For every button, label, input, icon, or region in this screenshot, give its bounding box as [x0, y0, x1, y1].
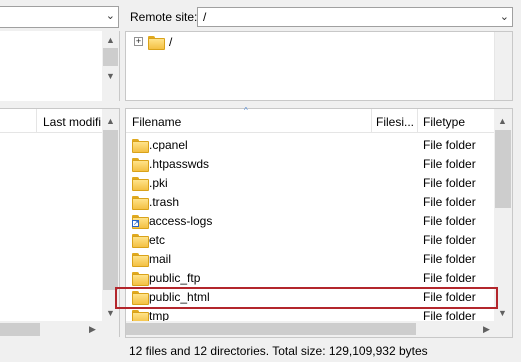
file-type: File folder — [423, 233, 476, 247]
table-row[interactable]: mail File folder — [126, 249, 492, 268]
table-row[interactable]: tmp File folder — [126, 306, 492, 321]
scroll-down-icon[interactable]: ▼ — [102, 304, 119, 321]
file-name: etc — [149, 233, 166, 247]
remote-tree-scrollbar[interactable] — [494, 32, 512, 100]
local-file-list[interactable]: Last modifi ▲ ▼ ▶ — [0, 108, 120, 338]
scroll-down-icon[interactable]: ▼ — [494, 304, 511, 321]
scroll-down-icon[interactable]: ▼ — [102, 67, 119, 84]
file-type: File folder — [423, 195, 476, 209]
file-name: access-logs — [149, 214, 213, 228]
folder-icon — [148, 35, 165, 50]
folder-icon — [132, 233, 149, 248]
folder-icon — [132, 195, 149, 210]
file-name: mail — [149, 252, 172, 266]
file-name: .pki — [149, 176, 168, 190]
remote-site-label: Remote site: — [130, 10, 198, 24]
folder-icon — [132, 138, 149, 153]
local-list-scrollbar[interactable]: ▲ ▼ — [102, 109, 119, 321]
table-row[interactable]: public_ftp File folder — [126, 268, 492, 287]
column-header-last-modified[interactable]: Last modifi — [43, 115, 103, 129]
table-row[interactable]: ↗ access-logs File folder — [126, 211, 492, 230]
remote-list-scrollbar[interactable]: ▲ ▼ — [494, 109, 512, 321]
window-edge — [513, 0, 521, 362]
chevron-down-icon[interactable]: ⌄ — [500, 10, 509, 23]
file-name: .trash — [149, 195, 180, 209]
local-site-panel: ⌄ ▲ ▼ — [0, 0, 122, 101]
file-type: File folder — [423, 309, 476, 321]
scroll-thumb[interactable] — [103, 48, 118, 66]
table-row[interactable]: .cpanel File folder — [126, 135, 492, 154]
file-name: public_ftp — [149, 271, 201, 285]
local-status-bar — [0, 337, 120, 362]
scroll-up-icon[interactable]: ▲ — [102, 31, 119, 48]
table-row[interactable]: .pki File folder — [126, 173, 492, 192]
expand-icon[interactable]: + — [134, 37, 143, 46]
column-separator[interactable] — [36, 109, 37, 133]
scroll-right-icon[interactable]: ▶ — [478, 321, 495, 338]
table-row[interactable]: .trash File folder — [126, 192, 492, 211]
remote-list-hscrollbar[interactable]: ▶ — [126, 321, 512, 337]
file-type: File folder — [423, 271, 476, 285]
table-row[interactable]: public_html File folder — [126, 287, 492, 306]
remote-rows: .cpanel File folder .htpasswds File folder.… — [126, 109, 494, 321]
folder-icon — [132, 176, 149, 191]
file-name: public_html — [149, 290, 210, 304]
shortcut-arrow-icon: ↗ — [132, 220, 139, 227]
folder-icon — [132, 290, 149, 305]
file-type: File folder — [423, 176, 476, 190]
remote-site-value: / — [203, 10, 207, 24]
file-type: File folder — [423, 290, 476, 304]
local-list-header: Last modifi — [0, 109, 102, 133]
table-row[interactable]: etc File folder — [126, 230, 492, 249]
local-tree-scrollbar[interactable]: ▲ ▼ — [102, 31, 119, 101]
folder-icon — [132, 271, 149, 286]
scroll-up-icon[interactable]: ▲ — [102, 112, 119, 129]
folder-icon — [132, 309, 149, 321]
file-name: .htpasswds — [149, 157, 210, 171]
file-name: .cpanel — [149, 138, 188, 152]
table-row[interactable]: .htpasswds File folder — [126, 154, 492, 173]
scroll-thumb[interactable] — [103, 130, 118, 290]
remote-file-list[interactable]: ^ Filename Filesi... Filetype .cpanel Fil… — [125, 106, 513, 337]
folder-shortcut-icon: ↗ — [132, 214, 149, 229]
local-site-dropdown[interactable]: ⌄ — [0, 6, 119, 28]
remote-status-bar: 12 files and 12 directories. Total size:… — [125, 337, 521, 362]
scroll-up-icon[interactable]: ▲ — [494, 112, 511, 129]
scroll-thumb[interactable] — [495, 130, 511, 208]
chevron-down-icon[interactable]: ⌄ — [106, 9, 115, 22]
status-text: 12 files and 12 directories. Total size:… — [129, 344, 428, 358]
file-type: File folder — [423, 252, 476, 266]
folder-icon — [132, 157, 149, 172]
file-type: File folder — [423, 157, 476, 171]
folder-icon — [132, 252, 149, 267]
hscroll-thumb[interactable] — [126, 323, 416, 335]
local-tree[interactable]: ▲ ▼ — [0, 31, 120, 101]
file-type: File folder — [423, 214, 476, 228]
file-name: tmp — [149, 309, 170, 321]
tree-root-label[interactable]: / — [169, 35, 172, 49]
scroll-right-icon[interactable]: ▶ — [84, 321, 101, 338]
file-type: File folder — [423, 138, 476, 152]
remote-site-input[interactable]: / ⌄ — [197, 7, 513, 27]
hscroll-thumb[interactable] — [0, 323, 40, 336]
local-list-hscrollbar[interactable]: ▶ — [0, 321, 119, 338]
remote-tree[interactable]: + / — [125, 31, 513, 101]
